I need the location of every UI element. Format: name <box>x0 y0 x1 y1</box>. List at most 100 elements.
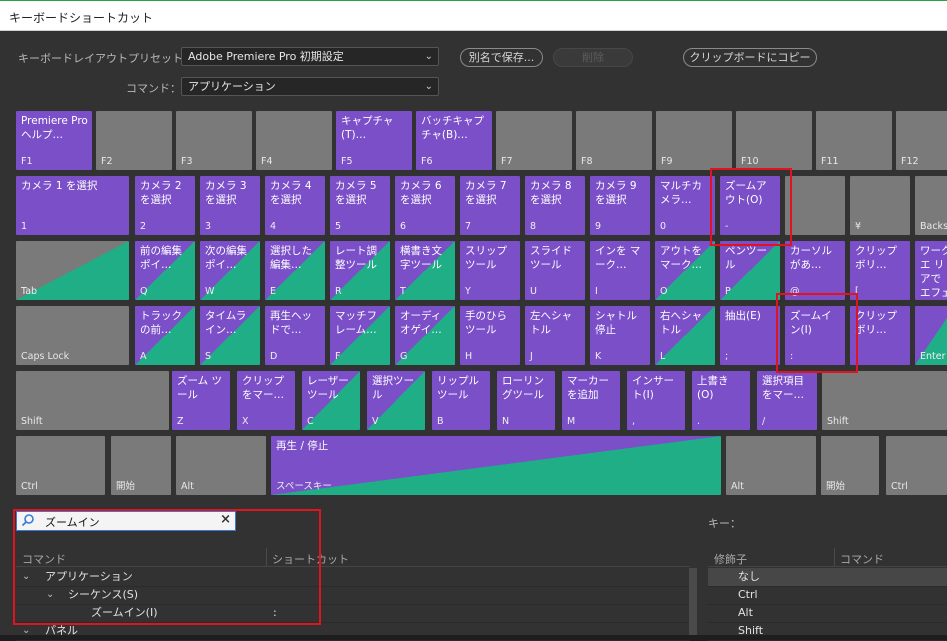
key-row2-8[interactable]: カメラ 8 を選択 8 <box>525 176 585 235</box>
key-row1-11[interactable]: F11 <box>816 111 892 170</box>
key-row5-10[interactable]: 上書き (O). <box>692 371 750 430</box>
key-row4-2[interactable]: トラック の前… A <box>135 306 195 365</box>
key-command-label: 再生ヘッ ドで… <box>270 310 312 336</box>
key-row5-6[interactable]: リップル ツール B <box>432 371 490 430</box>
key-row2-5[interactable]: カメラ 5 を選択 5 <box>330 176 390 235</box>
modifier-row-shift[interactable]: Shift <box>708 622 947 641</box>
key-cap-label: E <box>270 286 277 297</box>
key-row3-13[interactable]: クリップ ボリ…[ <box>850 241 910 300</box>
key-row4-3[interactable]: タイムラ イン… S <box>200 306 260 365</box>
key-row2-3[interactable]: カメラ 3 を選択 3 <box>200 176 260 235</box>
key-row4-4[interactable]: 再生ヘッ ドで… D <box>265 306 325 365</box>
copy-to-clipboard-button[interactable]: クリップボードにコピー <box>683 48 817 67</box>
key-row5-9[interactable]: インサー ト(I), <box>627 371 685 430</box>
key-command-label: カーソル があ… <box>790 245 832 271</box>
key-row4-1[interactable]: Caps Lock <box>16 306 129 365</box>
key-row3-1[interactable]: Tab <box>16 241 129 300</box>
key-row2-14[interactable]: Backspace <box>915 176 947 235</box>
key-row1-9[interactable]: F9 <box>656 111 732 170</box>
key-row2-2[interactable]: カメラ 2 を選択 2 <box>135 176 195 235</box>
key-row5-7[interactable]: ローリン グツール N <box>497 371 555 430</box>
modifier-row-none[interactable]: なし <box>708 568 947 587</box>
key-row6-2[interactable]: 開始 <box>111 436 171 495</box>
key-row3-11[interactable]: ペンツー ル P <box>720 241 780 300</box>
key-command-label: タイムラ イン… <box>205 310 247 336</box>
key-row6-1[interactable]: Ctrl <box>16 436 105 495</box>
key-row3-4[interactable]: 選択した 編集… E <box>265 241 325 300</box>
key-row4-7[interactable]: 手のひら ツール H <box>460 306 520 365</box>
delete-button[interactable]: 削除 <box>553 48 633 67</box>
modifier-column-header[interactable]: 修飾子 <box>714 551 747 567</box>
key-cap-label: F <box>335 351 341 362</box>
key-row6-3[interactable]: Alt <box>176 436 266 495</box>
key-row2-4[interactable]: カメラ 4 を選択 4 <box>265 176 325 235</box>
key-row1-7[interactable]: F7 <box>496 111 572 170</box>
key-row4-14[interactable]: Enter <box>915 306 947 365</box>
key-cap-label: F4 <box>261 156 273 167</box>
list-scrollbar[interactable] <box>689 568 697 635</box>
key-row2-10[interactable]: マルチカ メラ… 0 <box>655 176 715 235</box>
key-row2-6[interactable]: カメラ 6 を選択 6 <box>395 176 455 235</box>
key-row1-3[interactable]: F3 <box>176 111 252 170</box>
key-row1-4[interactable]: F4 <box>256 111 332 170</box>
key-row6-4[interactable]: 再生 / 停止 スペースキー <box>271 436 721 495</box>
key-command-label: 再生 / 停止 <box>276 440 329 452</box>
key-cap-label: J <box>530 351 533 362</box>
key-cap-label: W <box>205 286 215 297</box>
key-row5-12[interactable]: Shift <box>822 371 947 430</box>
key-row1-1[interactable]: Premiere Pro ヘルプ… F1 <box>16 111 92 170</box>
key-row5-2[interactable]: ズーム ツール Z <box>172 371 230 430</box>
key-row2-1[interactable]: カメラ 1 を選択 1 <box>16 176 129 235</box>
command-dropdown[interactable]: アプリケーション ⌄ <box>181 77 439 96</box>
key-row2-13[interactable]: ¥ <box>850 176 910 235</box>
key-row2-9[interactable]: カメラ 9 を選択 9 <box>590 176 650 235</box>
key-row3-7[interactable]: スリップ ツール Y <box>460 241 520 300</box>
key-row6-7[interactable]: Ctrl <box>886 436 947 495</box>
key-row4-6[interactable]: オーディ オゲイ… G <box>395 306 455 365</box>
key-label: キー： <box>708 517 741 530</box>
key-row6-5[interactable]: Alt <box>726 436 816 495</box>
key-row1-8[interactable]: F8 <box>576 111 652 170</box>
key-row5-4[interactable]: レーザー ツール C <box>302 371 360 430</box>
key-row3-12[interactable]: カーソル があ… @ <box>785 241 845 300</box>
key-row2-7[interactable]: カメラ 7 を選択 7 <box>460 176 520 235</box>
key-row2-12[interactable] <box>785 176 845 235</box>
key-row5-3[interactable]: クリップ をマー… X <box>237 371 295 430</box>
key-row4-5[interactable]: マッチフ レーム… F <box>330 306 390 365</box>
key-row3-6[interactable]: 横書き文 字ツール T <box>395 241 455 300</box>
key-cap-label: ; <box>725 351 729 362</box>
key-cap-label: 9 <box>595 221 602 232</box>
key-row5-5[interactable]: 選択ツー ル V <box>367 371 425 430</box>
key-row1-2[interactable]: F2 <box>96 111 172 170</box>
key-row3-9[interactable]: インを マーク… I <box>590 241 650 300</box>
key-command-label: 横書き文 字ツール <box>400 245 442 271</box>
key-row1-5[interactable]: キャプチャ (T)… F5 <box>336 111 412 170</box>
modifier-row-ctrl[interactable]: Ctrl <box>708 586 947 605</box>
save-as-button[interactable]: 別名で保存... <box>460 48 543 67</box>
key-cap-label: 1 <box>21 221 28 232</box>
key-row3-5[interactable]: レート調 整ツール R <box>330 241 390 300</box>
key-row5-8[interactable]: マーカー を追加 M <box>562 371 620 430</box>
key-row4-8[interactable]: 左へシャ トル J <box>525 306 585 365</box>
key-row3-3[interactable]: 次の編集 ポイ… W <box>200 241 260 300</box>
key-row1-12[interactable]: F12 <box>896 111 947 170</box>
key-row4-10[interactable]: 右へシャ トル L <box>655 306 715 365</box>
key-row3-8[interactable]: スライド ツール U <box>525 241 585 300</box>
key-row3-10[interactable]: アウトを マーク… O <box>655 241 715 300</box>
key-row1-6[interactable]: バッチキャプ チャ(B)… F6 <box>416 111 492 170</box>
key-row1-10[interactable]: F10 <box>736 111 812 170</box>
key-row3-2[interactable]: 前の編集 ポイ… Q <box>135 241 195 300</box>
key-row5-1[interactable]: Shift <box>16 371 169 430</box>
modifier-row-alt[interactable]: Alt <box>708 604 947 623</box>
preset-dropdown[interactable]: Adobe Premiere Pro 初期設定 ⌄ <box>181 47 439 66</box>
key-row4-11[interactable]: 抽出(E); <box>720 306 780 365</box>
key-row4-13[interactable]: クリップ ボリ…] <box>850 306 910 365</box>
key-command-label: クリップ ボリ… <box>855 310 897 336</box>
key-command-label: カメラ 4 を選択 <box>270 180 312 206</box>
key-command-column-header[interactable]: コマンド <box>840 551 884 567</box>
key-row5-11[interactable]: 選択項目 をマー… / <box>757 371 817 430</box>
key-row3-14[interactable]: ワークエ リアで エフェ クトを レンダ リング (R) <box>915 241 947 300</box>
key-command-label: 選択項目 をマー… <box>762 375 804 401</box>
key-row6-6[interactable]: 開始 <box>821 436 879 495</box>
key-row4-9[interactable]: シャトル 停止 K <box>590 306 650 365</box>
